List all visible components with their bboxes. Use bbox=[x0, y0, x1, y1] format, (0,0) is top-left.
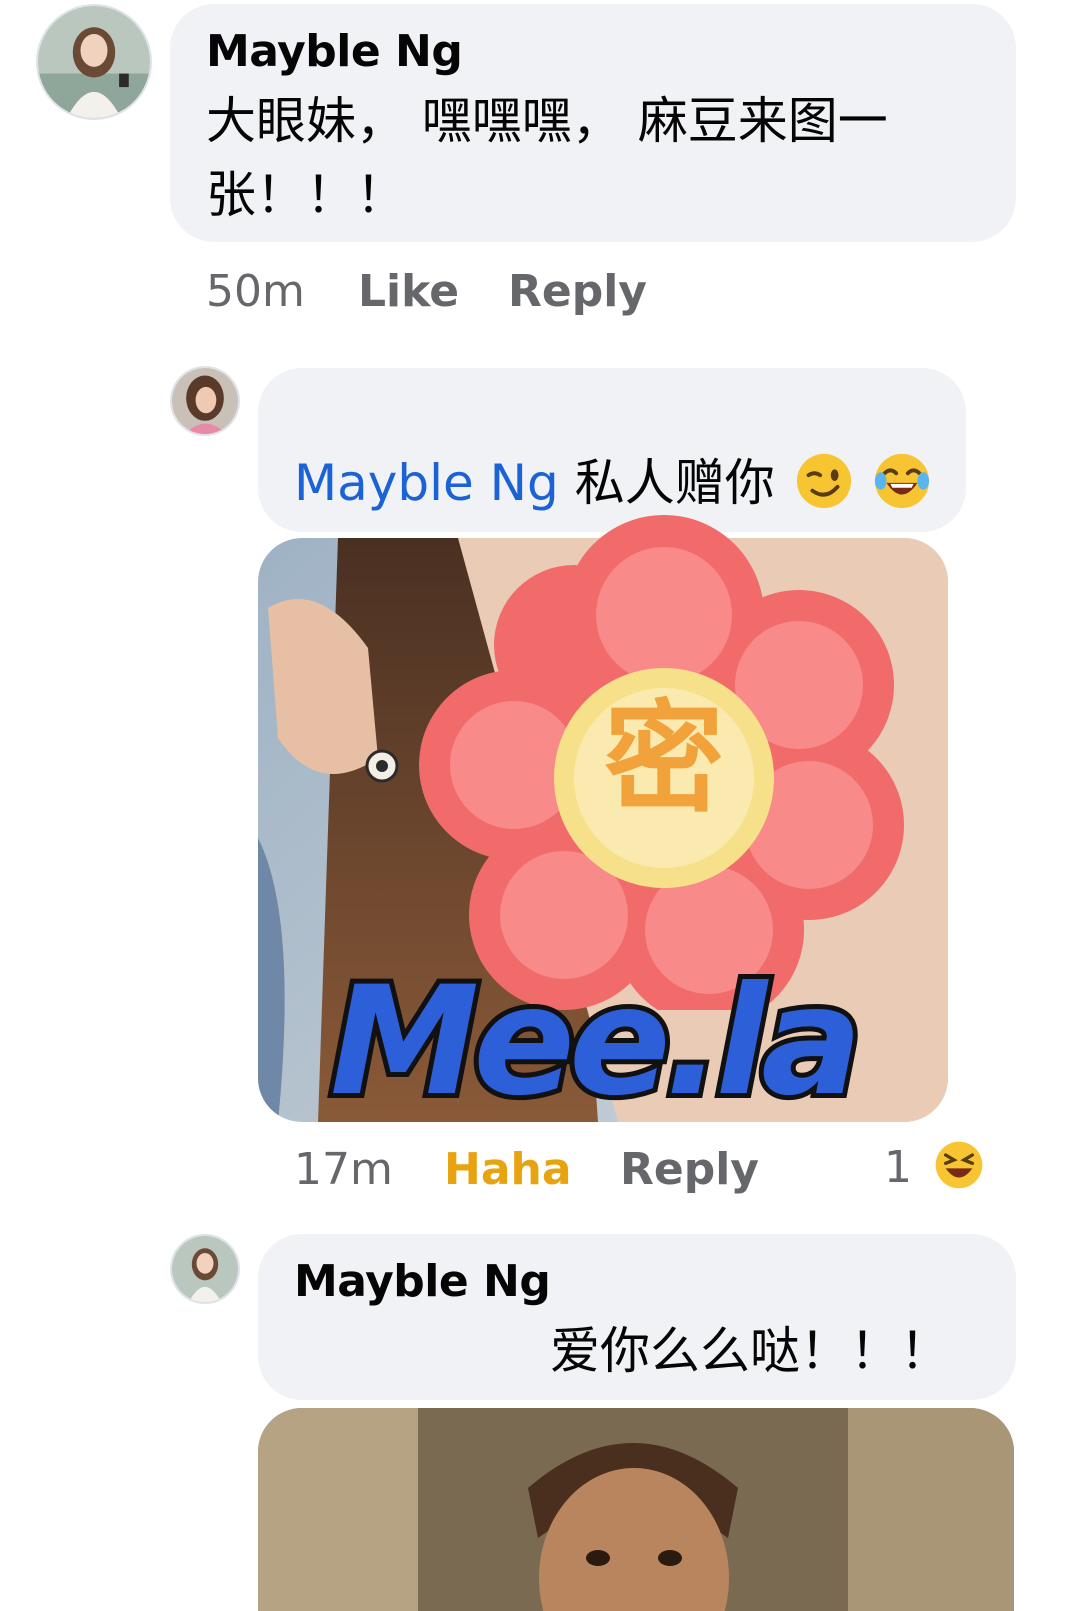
gif-image bbox=[258, 1408, 1014, 1611]
reply-button[interactable]: Reply bbox=[508, 266, 647, 317]
tears-of-joy-icon bbox=[874, 453, 929, 509]
comment-text-line2: 张！！！ bbox=[206, 166, 406, 224]
mention-link[interactable]: Mayble Ng bbox=[294, 454, 559, 512]
commenter-avatar[interactable] bbox=[36, 4, 152, 120]
comment-meta-row: 50m bbox=[206, 266, 305, 317]
watermark-text: Mee.la bbox=[325, 955, 867, 1129]
comment-text-line1: 大眼妹， 嘿嘿嘿， 麻豆来图一 bbox=[206, 92, 888, 150]
reaction-count[interactable]: 1 bbox=[884, 1140, 984, 1193]
sticker-character: 密 bbox=[604, 690, 724, 829]
reply-time: 17m bbox=[294, 1144, 393, 1195]
reply-button[interactable]: Reply bbox=[620, 1144, 759, 1195]
reply-message: 私人赠你 bbox=[574, 454, 775, 512]
comment-thread: Mayble Ng 大眼妹， 嘿嘿嘿， 麻豆来图一 张！！！ 50m Like … bbox=[0, 0, 1080, 1611]
like-button[interactable]: Like bbox=[358, 266, 459, 317]
commenter-avatar[interactable] bbox=[170, 1234, 240, 1304]
gif-attachment[interactable] bbox=[258, 1408, 1014, 1611]
haha-reaction-button[interactable]: Haha bbox=[444, 1144, 572, 1195]
reply-text: 爱你么么哒！！！ bbox=[550, 1322, 950, 1380]
winking-face-icon bbox=[796, 453, 851, 509]
comment-author[interactable]: Mayble Ng bbox=[294, 1256, 551, 1307]
comment-author[interactable]: Mayble Ng bbox=[206, 26, 463, 77]
profile-photo bbox=[38, 6, 150, 118]
commenter-avatar[interactable] bbox=[170, 366, 240, 436]
profile-photo bbox=[172, 368, 238, 434]
reply-text: Mayble Ng 私人赠你 bbox=[294, 446, 931, 520]
profile-photo bbox=[172, 1236, 238, 1302]
laughing-face-icon bbox=[935, 1141, 983, 1189]
comment-time: 50m bbox=[206, 266, 305, 317]
